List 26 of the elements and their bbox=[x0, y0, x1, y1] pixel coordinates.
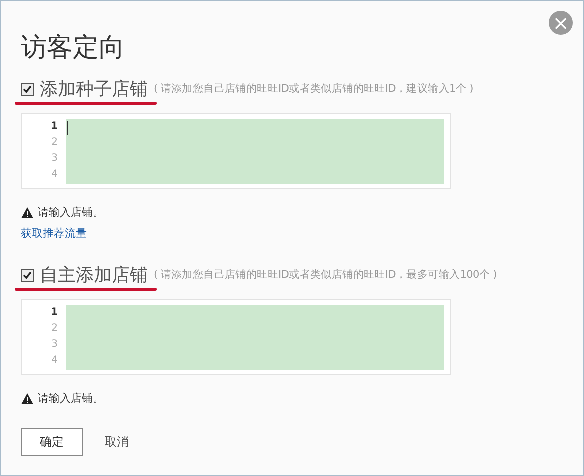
warning-icon bbox=[21, 206, 34, 218]
store-input-field[interactable]: 1 2 3 4 bbox=[21, 113, 451, 189]
line-number: 1 bbox=[51, 120, 58, 134]
warning-icon bbox=[21, 392, 34, 404]
recommend-link[interactable]: 获取推荐流量 bbox=[21, 226, 87, 241]
input-area[interactable] bbox=[66, 305, 444, 370]
hint-text: ( 请添加您自己店铺的旺旺ID或者类似店铺的旺旺ID，建议输入1个 ) bbox=[154, 82, 474, 96]
line-number: 3 bbox=[52, 338, 58, 352]
section-label: 添加种子店铺 bbox=[40, 78, 148, 101]
line-number: 2 bbox=[52, 322, 58, 336]
checkbox[interactable] bbox=[21, 268, 34, 282]
confirm-button[interactable]: 确定 bbox=[21, 428, 83, 456]
store-input-field[interactable]: 1 2 3 4 bbox=[21, 299, 451, 375]
line-number: 1 bbox=[51, 306, 58, 320]
hint-text: ( 请添加您自己店铺的旺旺ID或者类似店铺的旺旺ID，最多可输入100个 ) bbox=[154, 268, 497, 282]
line-number: 4 bbox=[52, 168, 58, 182]
section-label: 自主添加店铺 bbox=[40, 264, 148, 287]
dialog-title: 访客定向 bbox=[21, 33, 126, 63]
input-area[interactable] bbox=[66, 119, 444, 184]
cancel-button[interactable]: 取消 bbox=[105, 434, 129, 450]
line-number: 4 bbox=[52, 354, 58, 368]
warning-text: 请输入店铺。 bbox=[38, 391, 104, 406]
warning-text: 请输入店铺。 bbox=[38, 205, 104, 220]
line-number: 2 bbox=[52, 136, 58, 150]
line-number: 3 bbox=[52, 152, 58, 166]
checkbox[interactable] bbox=[21, 82, 34, 96]
